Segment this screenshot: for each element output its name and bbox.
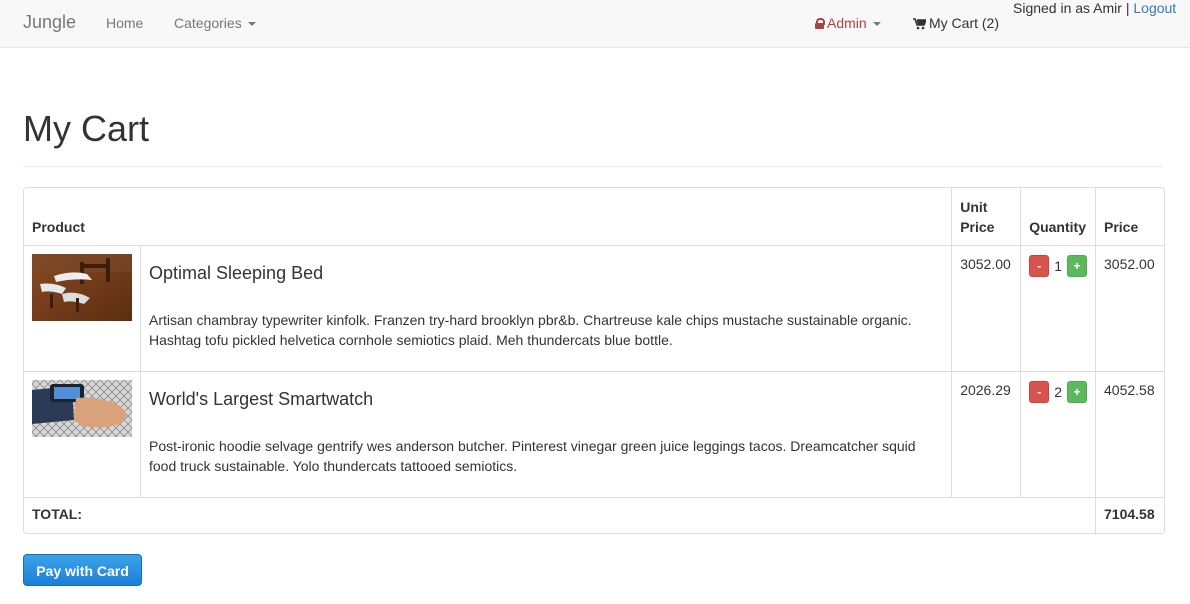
brand-link[interactable]: Jungle [23, 12, 76, 33]
quantity-cell: - 2 + [1020, 370, 1096, 498]
logout-link[interactable]: Logout [1133, 0, 1176, 16]
product-description: Artisan chambray typewriter kinfolk. Fra… [149, 311, 912, 348]
nav-my-cart[interactable]: My Cart (2) [913, 15, 999, 31]
header-quantity: Quantity [1020, 188, 1096, 246]
nav-categories-label: Categories [174, 15, 242, 31]
chevron-down-icon [247, 22, 256, 27]
signed-in-status: Signed in as Amir | Logout [1013, 0, 1176, 16]
nav-admin-label: Admin [827, 15, 867, 31]
product-image-cell [24, 370, 141, 498]
product-image-bed [32, 253, 132, 321]
product-info: World's Largest Smartwatch Post-ironic h… [139, 370, 953, 498]
cart-table: Product Unit Price Quantity Price Optima… [23, 187, 1165, 534]
header-product: Product [24, 188, 953, 246]
total-value: 7104.58 [1095, 496, 1164, 533]
line-price: 3052.00 [1095, 244, 1164, 372]
header-unit-price: Unit Price [951, 188, 1022, 246]
product-name[interactable]: Optimal Sleeping Bed [149, 263, 943, 284]
product-info: Optimal Sleeping Bed Artisan chambray ty… [139, 244, 953, 372]
product-description: Post-ironic hoodie selvage gentrify wes … [149, 437, 916, 474]
product-image-cell [24, 244, 141, 372]
lock-icon [815, 18, 825, 29]
product-name[interactable]: World's Largest Smartwatch [149, 389, 943, 410]
unit-price: 2026.29 [951, 370, 1022, 498]
total-row: TOTAL: 7104.58 [24, 496, 1164, 533]
signed-in-text: Signed in as Amir [1013, 0, 1122, 16]
shopping-cart-icon [913, 18, 926, 30]
pay-with-card-button[interactable]: Pay with Card [23, 554, 142, 586]
unit-price: 3052.00 [951, 244, 1022, 372]
increase-quantity-button[interactable]: + [1067, 254, 1087, 277]
table-row: Optimal Sleeping Bed Artisan chambray ty… [24, 244, 1164, 372]
nav-categories-dropdown[interactable]: Categories [174, 15, 256, 31]
nav-home[interactable]: Home [106, 15, 143, 31]
separator: | [1125, 0, 1130, 16]
decrease-quantity-button[interactable]: - [1029, 380, 1050, 403]
line-price: 4052.58 [1095, 370, 1164, 498]
divider [23, 166, 1163, 167]
header-price: Price [1095, 188, 1164, 246]
quantity-cell: - 1 + [1020, 244, 1096, 372]
nav-cart-label: My Cart (2) [929, 15, 999, 31]
nav-admin-dropdown[interactable]: Admin [815, 15, 881, 31]
decrease-quantity-button[interactable]: - [1029, 254, 1050, 277]
quantity-value: 2 [1054, 383, 1062, 400]
page-title: My Cart [23, 108, 149, 149]
quantity-value: 1 [1054, 257, 1062, 274]
total-label: TOTAL: [24, 496, 1096, 533]
product-image-smartwatch [32, 379, 132, 437]
navbar: Jungle Home Categories Admin My Cart (2)… [0, 0, 1190, 48]
increase-quantity-button[interactable]: + [1067, 380, 1087, 403]
chevron-down-icon [872, 22, 881, 27]
table-row: World's Largest Smartwatch Post-ironic h… [24, 370, 1164, 498]
